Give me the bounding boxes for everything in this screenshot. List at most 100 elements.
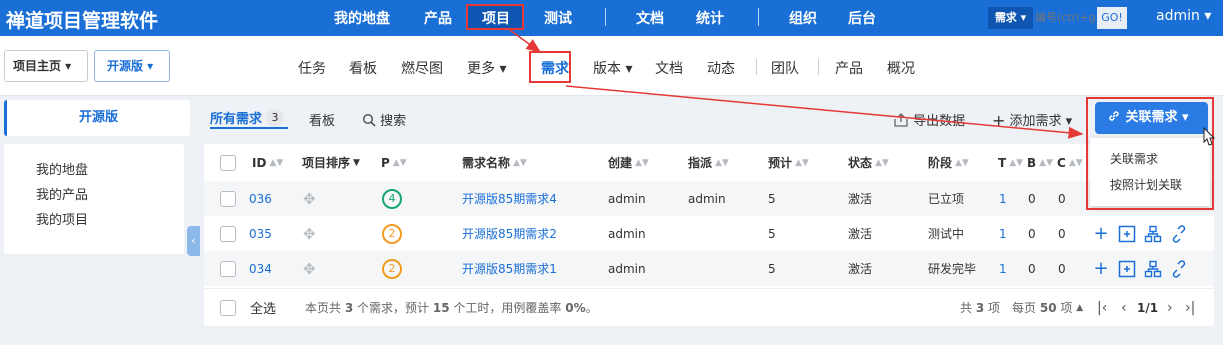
row-actions: + xyxy=(1092,251,1196,286)
top-navbar: 禅道项目管理软件 我的地盘 产品 项目 测试 文档 统计 组织 后台 需求 ▾ … xyxy=(0,0,1223,36)
column-header-assigned[interactable]: 指派 ▲▼ xyxy=(688,144,729,181)
hierarchy-icon[interactable] xyxy=(1144,260,1162,278)
row-id[interactable]: 036 xyxy=(249,181,272,216)
column-header-t[interactable]: T ▲▼ xyxy=(998,144,1023,181)
drag-handle-icon[interactable]: ✥ xyxy=(303,181,316,216)
unlink-icon[interactable] xyxy=(1170,224,1188,243)
drag-handle-icon[interactable]: ✥ xyxy=(303,251,316,286)
row-task-count[interactable]: 1 xyxy=(999,251,1007,286)
search-type-select[interactable]: 需求 ▾ xyxy=(988,7,1033,29)
row-checkbox[interactable] xyxy=(220,225,236,242)
search-go-button[interactable]: GO! xyxy=(1097,7,1127,29)
row-checkbox[interactable] xyxy=(220,190,236,207)
row-estimate: 5 xyxy=(768,226,776,241)
subnav-build[interactable]: 版本 ▾ xyxy=(593,58,632,78)
unlink-icon[interactable] xyxy=(1170,259,1188,278)
column-header-estimate[interactable]: 预计 ▲▼ xyxy=(768,144,809,181)
search-input[interactable] xyxy=(1035,7,1095,29)
subnav-story[interactable]: 需求 xyxy=(541,58,569,78)
sidebar-item-my-products[interactable]: 我的产品 xyxy=(36,183,184,208)
subnav-burndown[interactable]: 燃尽图 xyxy=(401,58,443,78)
brand-title[interactable]: 禅道项目管理软件 xyxy=(6,6,158,33)
prev-page-icon[interactable]: ‹ xyxy=(1121,289,1127,326)
nav-product[interactable]: 产品 xyxy=(424,8,452,28)
row-task-count[interactable]: 1 xyxy=(999,181,1007,216)
breadcrumb-project-select[interactable]: 开源版 ▾ xyxy=(94,50,170,82)
user-menu[interactable]: admin ▾ xyxy=(1156,8,1211,24)
row-case-count: 0 xyxy=(1058,226,1066,241)
active-tab-underline xyxy=(210,127,288,129)
nav-divider xyxy=(758,8,759,26)
row-story-name[interactable]: 开源版85期需求1 xyxy=(462,251,557,286)
column-header-status[interactable]: 状态 ▲▼ xyxy=(848,144,889,181)
export-button[interactable]: 导出数据 xyxy=(893,110,965,129)
subnav-kanban[interactable]: 看板 xyxy=(349,58,377,78)
hierarchy-icon[interactable] xyxy=(1144,225,1162,243)
column-header-pri[interactable]: P ▲▼ xyxy=(381,144,407,181)
sidebar-item-my-dashboard[interactable]: 我的地盘 xyxy=(36,158,184,183)
plus-icon: + xyxy=(992,111,1006,130)
column-header-creator[interactable]: 创建 ▲▼ xyxy=(608,144,649,181)
tab-kanban[interactable]: 看板 xyxy=(309,110,335,129)
subnav-overview[interactable]: 概况 xyxy=(887,58,915,78)
row-bug-count: 0 xyxy=(1028,191,1036,206)
table-row: 036 ✥ 4 开源版85期需求4 admin admin 5 激活 已立项 1… xyxy=(204,181,1214,216)
nav-company[interactable]: 组织 xyxy=(789,8,817,28)
add-story-button[interactable]: + 添加需求 ▾ xyxy=(992,110,1072,130)
subnav-doc[interactable]: 文档 xyxy=(655,58,683,78)
nav-divider xyxy=(605,8,606,26)
row-bug-count: 0 xyxy=(1028,226,1036,241)
sidebar-item-my-projects[interactable]: 我的项目 xyxy=(36,208,184,233)
row-task-count[interactable]: 1 xyxy=(999,216,1007,251)
column-header-name[interactable]: 需求名称 ▲▼ xyxy=(462,144,527,181)
row-id[interactable]: 035 xyxy=(249,216,272,251)
batch-create-icon[interactable] xyxy=(1118,225,1136,243)
plus-icon[interactable]: + xyxy=(1092,223,1110,244)
column-header-order[interactable]: 项目排序 ▼ xyxy=(302,144,360,181)
search-icon xyxy=(362,113,376,127)
plus-icon[interactable]: + xyxy=(1092,258,1110,279)
column-header-b[interactable]: B ▲▼ xyxy=(1027,144,1053,181)
column-header-id[interactable]: ID ▲▼ xyxy=(252,144,283,181)
select-all-checkbox-header[interactable] xyxy=(220,154,236,171)
row-case-count: 0 xyxy=(1058,261,1066,276)
nav-admin[interactable]: 后台 xyxy=(848,8,876,28)
row-id[interactable]: 034 xyxy=(249,251,272,286)
nav-test[interactable]: 测试 xyxy=(544,8,572,28)
tab-search-label: 搜索 xyxy=(380,114,407,129)
row-story-name[interactable]: 开源版85期需求2 xyxy=(462,216,557,251)
column-header-stage[interactable]: 阶段 ▲▼ xyxy=(928,144,969,181)
subnav-more[interactable]: 更多 ▾ xyxy=(467,58,506,78)
subnav-dynamic[interactable]: 动态 xyxy=(707,58,735,78)
row-estimate: 5 xyxy=(768,191,776,206)
row-stage: 测试中 xyxy=(928,227,965,241)
nav-report[interactable]: 统计 xyxy=(696,8,724,28)
breadcrumb-project-home[interactable]: 项目主页 ▾ xyxy=(4,50,88,82)
subnav-divider xyxy=(756,59,757,75)
row-story-name[interactable]: 开源版85期需求4 xyxy=(462,181,557,216)
select-all-label[interactable]: 全选 xyxy=(250,289,276,326)
row-status: 激活 xyxy=(848,227,873,241)
table-row: 034 ✥ 2 开源版85期需求1 admin 5 激活 研发完毕 1 0 0 … xyxy=(204,251,1214,286)
nav-project[interactable]: 项目 xyxy=(482,8,510,28)
chevron-left-icon: ‹ xyxy=(191,234,196,247)
tab-all-stories[interactable]: 所有需求 xyxy=(210,108,262,127)
export-icon xyxy=(894,113,908,127)
sidebar-collapse-toggle[interactable]: ‹ xyxy=(187,226,200,256)
first-page-icon[interactable]: |‹ xyxy=(1097,289,1107,326)
batch-create-icon[interactable] xyxy=(1118,260,1136,278)
drag-handle-icon[interactable]: ✥ xyxy=(303,216,316,251)
column-header-c[interactable]: C ▲▼ xyxy=(1057,144,1083,181)
pager-page-size[interactable]: 每页 50 项 ▲ xyxy=(1012,289,1083,326)
subnav-product[interactable]: 产品 xyxy=(835,58,863,78)
select-all-checkbox[interactable] xyxy=(220,299,236,316)
tab-search[interactable]: 搜索 xyxy=(362,110,406,129)
last-page-icon[interactable]: ›| xyxy=(1185,289,1195,326)
next-page-icon[interactable]: › xyxy=(1167,289,1173,326)
nav-my-dashboard[interactable]: 我的地盘 xyxy=(334,8,390,28)
subnav-task[interactable]: 任务 xyxy=(298,58,326,78)
nav-doc[interactable]: 文档 xyxy=(636,8,664,28)
row-checkbox[interactable] xyxy=(220,260,236,277)
row-case-count: 0 xyxy=(1058,191,1066,206)
subnav-team[interactable]: 团队 xyxy=(771,58,799,78)
